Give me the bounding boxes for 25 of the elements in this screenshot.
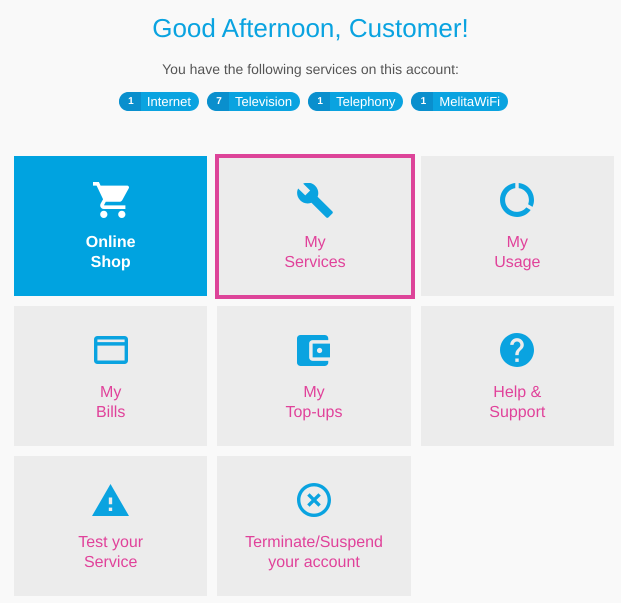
- menu-tile[interactable]: My Top-ups: [217, 306, 411, 446]
- wallet-icon: [297, 334, 330, 366]
- menu-tile[interactable]: Terminate/Suspend your account: [217, 456, 411, 596]
- services-intro: You have the following services on this account:: [162, 60, 459, 78]
- service-count: 1: [118, 92, 141, 111]
- menu-tile[interactable]: My Usage: [420, 156, 614, 296]
- service-count: 1: [308, 92, 330, 111]
- greeting-title: Good Afternoon, Customer!: [152, 12, 469, 44]
- cart-icon: [92, 182, 129, 218]
- service-count: 7: [207, 92, 230, 111]
- service-name: Telephony: [335, 93, 396, 111]
- warning-icon: [92, 484, 130, 516]
- menu-tile[interactable]: Help & Support: [420, 306, 614, 446]
- credit-card-icon: [94, 336, 128, 364]
- service-name: Television: [234, 93, 294, 111]
- service-name: Internet: [146, 93, 192, 111]
- ring-icon: [500, 183, 534, 217]
- help-icon: [500, 333, 534, 367]
- service-count: 1: [411, 92, 434, 111]
- wrench-icon: [296, 182, 333, 218]
- menu-tile[interactable]: Test your Service: [14, 456, 208, 596]
- menu-tile[interactable]: Online Shop: [14, 156, 208, 296]
- menu-tile[interactable]: My Services: [215, 154, 415, 299]
- service-name: MelitaWiFi: [438, 93, 502, 111]
- menu-tile[interactable]: My Bills: [14, 306, 208, 446]
